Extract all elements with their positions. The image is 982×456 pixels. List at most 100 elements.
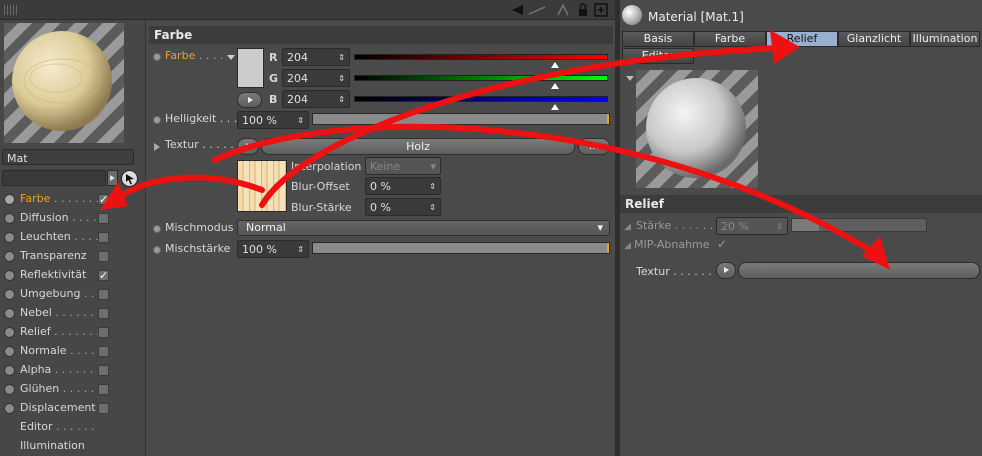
channel-item[interactable]: Alpha . . . . . . .	[2, 361, 142, 380]
tab-farbe[interactable]: Farbe	[694, 31, 766, 47]
relief-textur-label: Textur . . . . . .	[636, 265, 712, 278]
back-arrow-icon[interactable]	[510, 3, 524, 20]
channel-search-input[interactable]	[2, 170, 106, 186]
tab-glanzlicht[interactable]: Glanzlicht	[838, 31, 910, 47]
channel-radio[interactable]	[4, 365, 15, 376]
channel-radio[interactable]	[4, 346, 15, 357]
channel-radio[interactable]	[4, 327, 15, 338]
channel-checkbox[interactable]	[98, 308, 109, 319]
channel-checkbox[interactable]	[98, 384, 109, 395]
channel-radio[interactable]	[4, 213, 15, 224]
material-preview-large[interactable]	[636, 70, 758, 188]
r-slider-handle[interactable]	[551, 58, 559, 71]
texture-thumbnail[interactable]	[237, 160, 287, 212]
tab-basis[interactable]: Basis	[622, 31, 694, 47]
keyframe-dot[interactable]	[153, 53, 161, 61]
channel-item[interactable]: Reflektivität ✓	[2, 266, 142, 285]
relief-textur-menu-button[interactable]	[716, 262, 736, 279]
interpolation-dropdown[interactable]: Keine ▾	[365, 157, 441, 175]
channel-item[interactable]: Editor . . . . . .	[2, 418, 142, 437]
channel-checkbox[interactable]	[98, 403, 109, 414]
panel-grip-icon[interactable]	[4, 5, 18, 15]
channel-item[interactable]: Illumination	[2, 437, 142, 456]
channel-checkbox[interactable]	[98, 232, 109, 243]
channel-label: Diffusion . . . .	[20, 211, 97, 224]
channel-item[interactable]: Normale . . . .	[2, 342, 142, 361]
channel-item[interactable]: Nebel . . . . . . .	[2, 304, 142, 323]
new-window-icon[interactable]	[594, 3, 608, 20]
blur-staerke-field[interactable]: 0 % ⇕	[365, 198, 441, 216]
b-value-field[interactable]: 204 ⇕	[282, 90, 350, 108]
keyframe-dot[interactable]: ◢	[624, 241, 631, 251]
channel-item[interactable]: Transparenz	[2, 247, 142, 266]
blur-offset-field[interactable]: 0 % ⇕	[365, 177, 441, 195]
r-slider[interactable]	[354, 54, 608, 60]
helligkeit-value-field[interactable]: 100 % ⇕	[237, 111, 309, 129]
channel-checkbox[interactable]	[98, 346, 109, 357]
forward-arrow-icon[interactable]	[528, 3, 546, 20]
tab-editor[interactable]: Editor	[622, 48, 694, 64]
tab-bar: Basis Farbe Relief Glanzlicht Illumination	[622, 31, 982, 47]
channel-checkbox[interactable]	[98, 289, 109, 300]
channel-item[interactable]: Umgebung . .	[2, 285, 142, 304]
channel-label: Transparenz	[20, 249, 87, 262]
textur-name-button[interactable]: Holz	[261, 138, 575, 155]
g-slider-handle[interactable]	[551, 79, 559, 92]
channel-radio[interactable]	[4, 384, 15, 395]
g-value-field[interactable]: 204 ⇕	[282, 69, 350, 87]
channel-radio[interactable]	[4, 403, 15, 414]
mischstaerke-slider[interactable]	[312, 242, 610, 254]
tab-relief[interactable]: Relief	[766, 31, 838, 47]
channel-item[interactable]: Displacement	[2, 399, 142, 418]
b-slider-handle[interactable]	[551, 100, 559, 113]
keyframe-dot[interactable]	[153, 225, 161, 233]
channel-label: Umgebung . .	[20, 287, 95, 300]
channel-checkbox[interactable]	[98, 213, 109, 224]
color-swatch[interactable]	[237, 48, 264, 88]
color-picker-expand-button[interactable]	[237, 92, 262, 108]
section-header-relief: Relief	[620, 195, 982, 213]
channel-radio[interactable]	[4, 194, 15, 205]
lock-icon[interactable]	[578, 3, 588, 20]
preview-collapse-icon[interactable]	[626, 72, 634, 85]
channel-checkbox[interactable]	[98, 251, 109, 262]
pick-cursor-icon[interactable]	[121, 170, 138, 187]
channel-item[interactable]: Glühen . . . . . .	[2, 380, 142, 399]
channel-label: Illumination	[20, 439, 85, 452]
g-slider[interactable]	[354, 75, 608, 81]
material-name-field[interactable]: Mat	[2, 149, 134, 165]
channel-radio[interactable]	[4, 251, 15, 262]
channel-radio[interactable]	[4, 270, 15, 281]
helligkeit-slider[interactable]	[312, 113, 610, 125]
channel-checkbox[interactable]: ✓	[98, 194, 109, 205]
color-menu-arrow-icon[interactable]	[227, 51, 235, 64]
search-dropdown-arrow[interactable]	[107, 170, 118, 186]
channel-radio[interactable]	[4, 308, 15, 319]
textur-expand-icon[interactable]	[154, 141, 160, 154]
mischstaerke-value-field[interactable]: 100 % ⇕	[237, 240, 309, 258]
material-preview[interactable]	[4, 23, 124, 143]
textur-menu-button[interactable]	[237, 138, 259, 155]
b-slider[interactable]	[354, 96, 608, 102]
channel-checkbox[interactable]	[98, 365, 109, 376]
channel-checkbox[interactable]	[98, 327, 109, 338]
relief-textur-slot[interactable]	[738, 262, 980, 279]
mip-abnahme-checkbox[interactable]: ✓	[717, 237, 727, 251]
textur-browse-button[interactable]: ...	[578, 138, 610, 155]
keyframe-dot[interactable]	[153, 246, 161, 254]
channel-radio[interactable]	[4, 232, 15, 243]
keyframe-dot[interactable]: ◢	[624, 222, 631, 232]
channel-item[interactable]: Farbe . . . . . . . ✓	[2, 190, 142, 209]
staerke-value-field[interactable]: 20 % ⇕	[716, 217, 788, 235]
mischmodus-dropdown[interactable]: Normal ▾	[237, 220, 610, 236]
tab-illumination[interactable]: Illumination	[910, 31, 980, 47]
channel-checkbox[interactable]: ✓	[98, 270, 109, 281]
channel-item[interactable]: Diffusion . . . .	[2, 209, 142, 228]
staerke-slider[interactable]	[791, 218, 927, 232]
channel-item[interactable]: Leuchten . . . .	[2, 228, 142, 247]
up-arrow-icon[interactable]	[556, 3, 570, 20]
channel-item[interactable]: Relief . . . . . . .	[2, 323, 142, 342]
keyframe-dot[interactable]	[153, 116, 161, 124]
r-value-field[interactable]: 204 ⇕	[282, 48, 350, 66]
channel-radio[interactable]	[4, 289, 15, 300]
